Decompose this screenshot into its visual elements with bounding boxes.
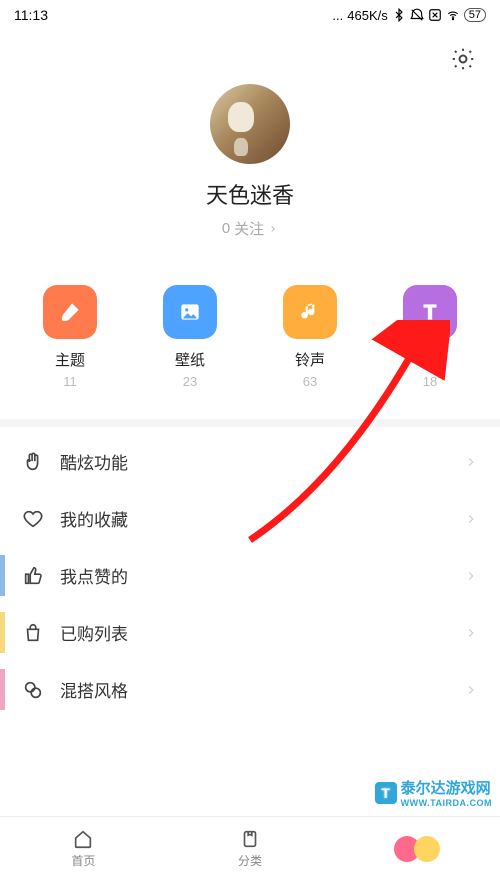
menu-item-mix-style[interactable]: 混搭风格 — [0, 661, 500, 718]
battery-badge: 57 — [464, 8, 486, 22]
network-speed: 465K/s — [347, 8, 387, 23]
status-right: ... 465K/s 57 — [332, 8, 486, 23]
menu-item-favorites[interactable]: 我的收藏 — [0, 490, 500, 547]
nav-home[interactable]: 首页 — [0, 817, 167, 880]
thumb-up-icon — [22, 565, 44, 587]
follow-link[interactable]: 0关注 — [222, 218, 278, 239]
category-ringtone[interactable]: 铃声 63 — [270, 285, 350, 389]
menu-list: 酷炫功能 我的收藏 我点赞的 已购列表 混搭风格 — [0, 427, 500, 724]
category-wallpaper[interactable]: 壁纸 23 — [150, 285, 230, 389]
stripe-decoration — [0, 669, 5, 710]
rock-hand-icon — [22, 451, 44, 473]
bag-icon — [22, 622, 44, 644]
menu-item-liked[interactable]: 我点赞的 — [0, 547, 500, 604]
chevron-right-icon — [268, 224, 278, 234]
mix-icon — [22, 679, 44, 701]
watermark-logo-icon: T — [375, 782, 397, 804]
stripe-decoration — [0, 612, 5, 653]
avatar[interactable] — [210, 84, 290, 164]
status-bar: 11:13 ... 465K/s 57 — [0, 0, 500, 30]
chevron-right-icon — [464, 569, 478, 583]
no-sim-icon — [428, 8, 442, 22]
watermark: T 泰尔达游戏网 WWW.TAIRDA.COM — [375, 777, 492, 808]
heart-icon — [22, 508, 44, 530]
text-icon — [403, 285, 457, 339]
chevron-right-icon — [464, 683, 478, 697]
menu-item-purchased[interactable]: 已购列表 — [0, 604, 500, 661]
chevron-right-icon — [464, 512, 478, 526]
username: 天色迷香 — [206, 178, 294, 210]
nav-circle-icon — [414, 836, 440, 862]
brush-icon — [43, 285, 97, 339]
image-icon — [163, 285, 217, 339]
category-icon — [239, 828, 261, 850]
music-icon — [283, 285, 337, 339]
profile-section: 天色迷香 0关注 — [0, 76, 500, 257]
settings-row — [0, 30, 500, 76]
mute-icon — [410, 8, 424, 22]
nav-extra[interactable] — [333, 836, 500, 862]
home-icon — [72, 828, 94, 850]
nav-category[interactable]: 分类 — [167, 817, 334, 880]
bluetooth-icon — [392, 8, 406, 22]
menu-item-cool-features[interactable]: 酷炫功能 — [0, 433, 500, 490]
chevron-right-icon — [464, 455, 478, 469]
gear-icon[interactable] — [450, 46, 476, 72]
status-time: 11:13 — [14, 7, 48, 23]
bottom-nav: 首页 分类 — [0, 816, 500, 880]
wifi-icon — [446, 8, 460, 22]
chevron-right-icon — [464, 626, 478, 640]
category-grid: 主题 11 壁纸 23 铃声 63 字体 18 — [0, 257, 500, 427]
stripe-decoration — [0, 555, 5, 596]
category-font[interactable]: 字体 18 — [390, 285, 470, 389]
category-theme[interactable]: 主题 11 — [30, 285, 110, 389]
